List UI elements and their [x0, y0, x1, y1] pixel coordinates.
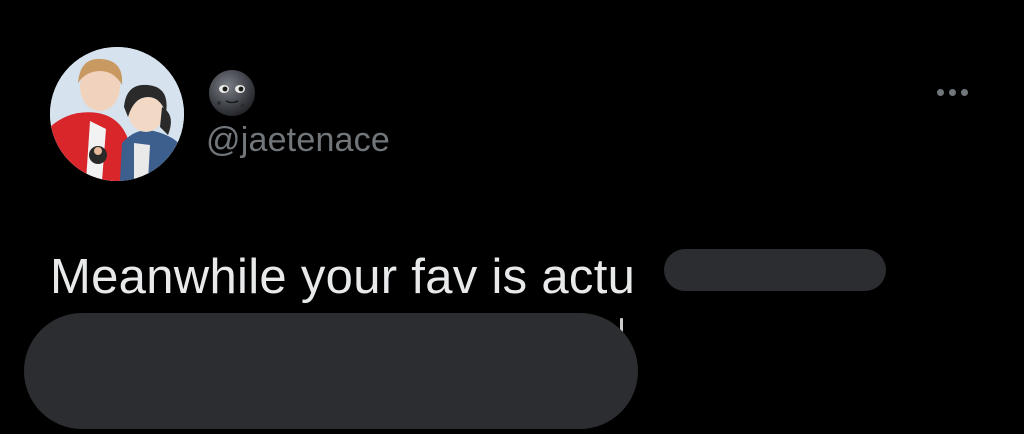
more-options-icon — [948, 88, 956, 96]
new-moon-face-icon — [209, 70, 255, 116]
tweet-card: @jaetenace Meanwhile your fav is actu — [0, 0, 1024, 434]
redaction-bar — [24, 313, 638, 429]
redaction-bar — [664, 249, 886, 291]
display-name[interactable] — [207, 68, 257, 118]
tweet-text: Meanwhile your fav is actu — [50, 250, 636, 304]
more-options-icon — [936, 88, 944, 96]
more-options-button[interactable] — [930, 80, 974, 104]
author-handle[interactable]: @jaetenace — [206, 121, 390, 160]
avatar[interactable] — [50, 47, 184, 181]
more-options-icon — [960, 88, 968, 96]
avatar-photo — [50, 47, 184, 181]
